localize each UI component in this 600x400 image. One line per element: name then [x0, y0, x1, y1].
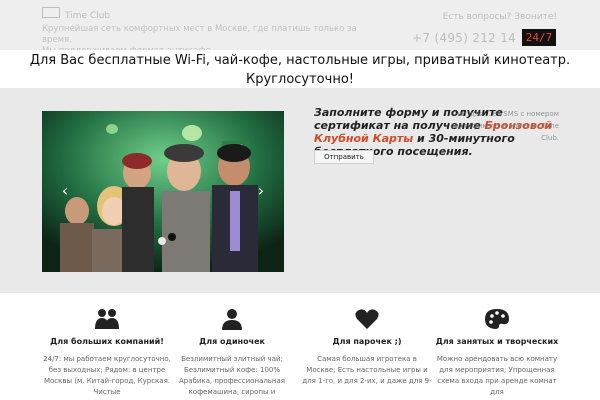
- hours-badge: 24/7: [522, 29, 556, 46]
- heart-icon: [302, 306, 432, 332]
- feature-desc: 24/7: мы работаем круглосуточно, без вых…: [43, 355, 171, 396]
- offer-note: нат для …ет SMS с номером сертификата и …: [450, 110, 559, 142]
- site-header: Time Club Крупнейшая сеть комфортных мес…: [0, 0, 600, 56]
- slider-prev-arrow[interactable]: ‹: [58, 181, 72, 201]
- feature-singles: Для одиночек Безлимитный элитный чай; Бе…: [167, 306, 297, 398]
- feature-desc: Можно арендовать всю комнату для меропри…: [436, 355, 558, 396]
- palette-icon: [432, 306, 562, 332]
- feature-desc: Безлимитный элитный чай; Безлимитный коф…: [178, 355, 286, 396]
- headline-line1: Для Вас бесплатные Wi-Fi, чай-кофе, наст…: [29, 53, 571, 68]
- slider-next-arrow[interactable]: ›: [254, 181, 268, 201]
- group-photo: WC: [42, 111, 284, 272]
- questions-text: Есть вопросы? Звоните!: [442, 12, 557, 22]
- feature-companies: Для больших компаний! 24/7: мы работаем …: [42, 306, 172, 398]
- feature-couples: Для парочек ;) Самая большая игротека в …: [302, 306, 432, 387]
- feature-title: Для больших компаний!: [50, 337, 164, 346]
- photo-slider[interactable]: WC ‹ ›: [42, 111, 284, 272]
- feature-title: Для занятых и творческих: [435, 337, 559, 346]
- headline-banner: Для Вас бесплатные Wi-Fi, чай-кофе, наст…: [0, 50, 600, 88]
- headline-line2: Круглосуточно!: [246, 72, 354, 87]
- feature-desc: Самая большая игротека в Москве; Есть на…: [302, 355, 432, 385]
- user-icon: [167, 306, 297, 332]
- hero-section: WC ‹ › нат для …ет SMS с номером сертифи…: [0, 88, 600, 293]
- tagline-line1: Крупнейшая сеть комфортных мест в Москве…: [42, 24, 357, 45]
- features-row: Для больших компаний! 24/7: мы работаем …: [42, 306, 562, 400]
- logo-name[interactable]: Time Club: [65, 11, 110, 21]
- feature-creative: Для занятых и творческих Можно арендоват…: [432, 306, 562, 398]
- send-button[interactable]: Отправить: [314, 150, 374, 164]
- feature-title: Для одиночек: [199, 337, 265, 346]
- feature-title: Для парочек ;): [332, 337, 402, 346]
- logo-icon[interactable]: [42, 7, 60, 18]
- users-icon: [42, 306, 172, 332]
